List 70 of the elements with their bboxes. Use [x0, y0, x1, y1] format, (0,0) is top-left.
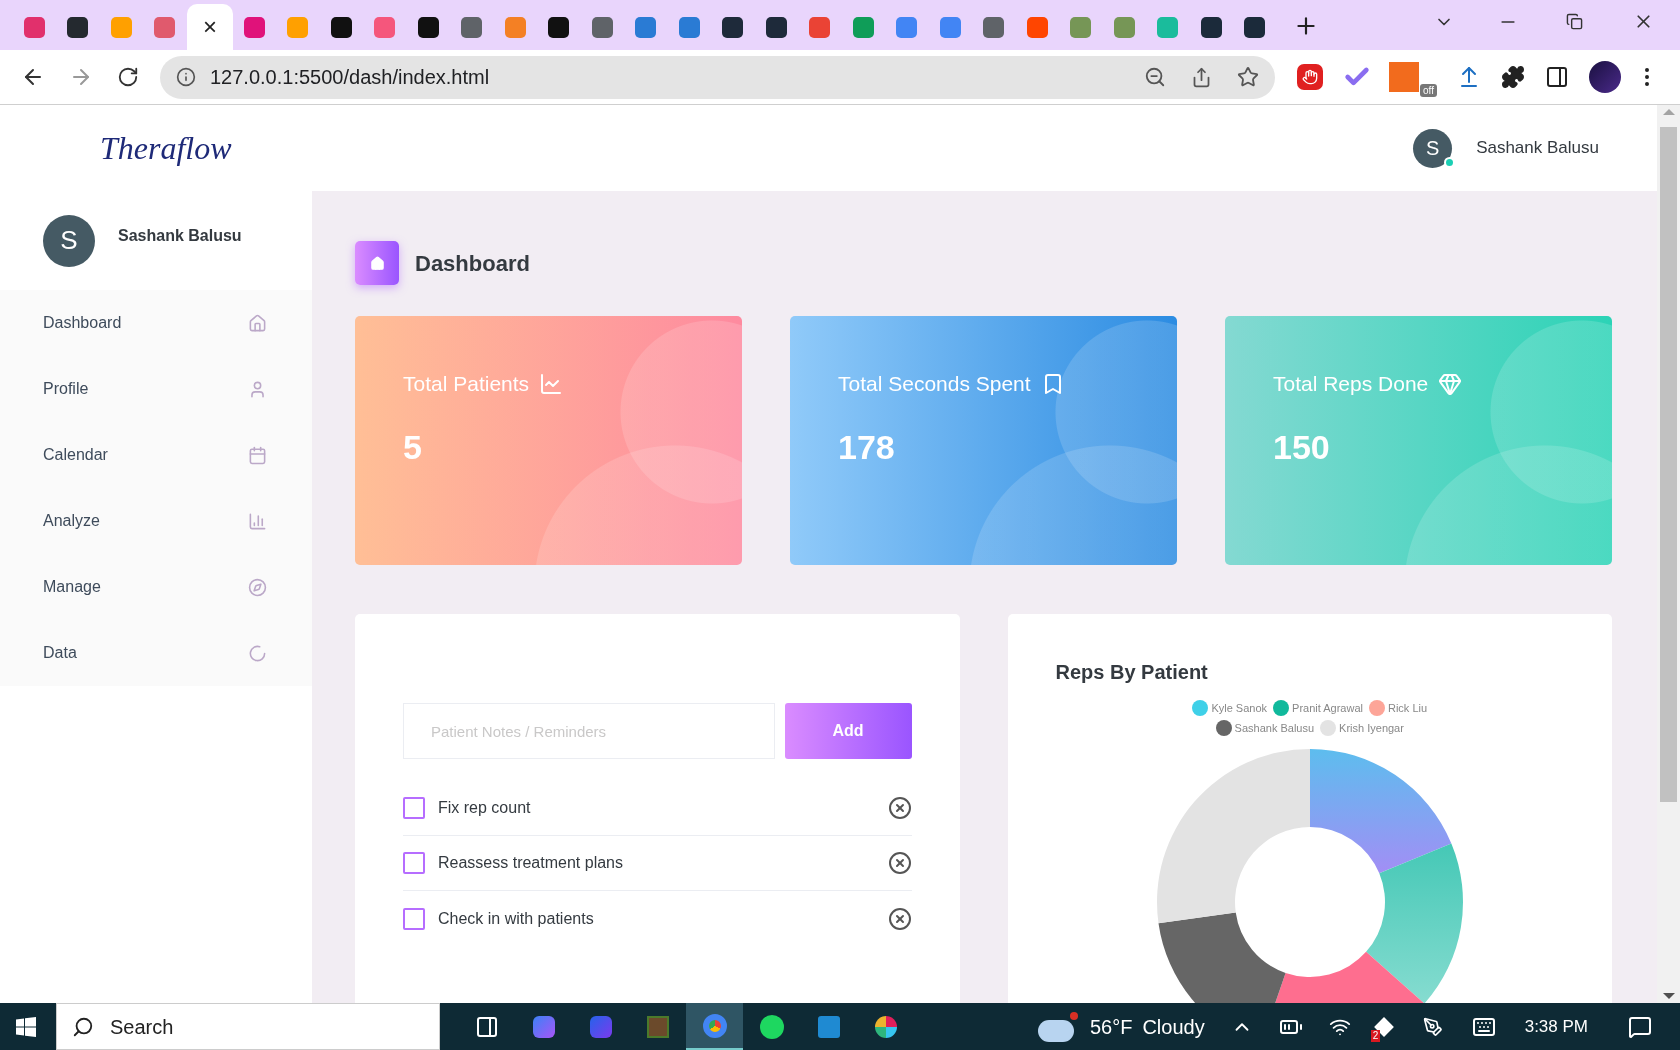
search-field[interactable]: Search — [56, 1003, 440, 1050]
checkbox[interactable] — [403, 907, 425, 930]
sidebar-item[interactable]: Manage — [0, 554, 312, 620]
profile-name: Sashank Balusu — [118, 225, 242, 246]
profile-avatar-icon[interactable] — [1588, 61, 1621, 93]
zoom-out-icon[interactable] — [1144, 66, 1166, 88]
scrollbar[interactable] — [1657, 105, 1680, 1003]
tab-close-button[interactable]: × — [203, 15, 217, 39]
checkbox[interactable] — [403, 852, 425, 874]
logo[interactable]: Theraflow — [100, 124, 232, 172]
user-name[interactable]: Sashank Balusu — [1476, 135, 1599, 161]
clock-time[interactable]: 3:38 PM — [1524, 1013, 1588, 1040]
search-icon — [72, 1015, 94, 1038]
stat-value: 150 — [1272, 426, 1331, 468]
cloud-icon[interactable] — [1037, 1011, 1078, 1042]
line-chart-icon — [539, 371, 564, 396]
weather-text[interactable]: Cloudy — [1142, 1011, 1205, 1042]
stat-title: Total Seconds Spent — [838, 371, 1031, 397]
browser-tab[interactable]: × — [187, 4, 233, 50]
diamond-icon — [1438, 371, 1463, 396]
todo-text: Reassess treatment plans — [438, 853, 624, 873]
share-icon[interactable] — [1191, 66, 1212, 88]
legend-label: Krish Iyengar — [1339, 720, 1404, 736]
compass-icon — [248, 577, 267, 597]
sidebar-item[interactable]: Profile — [0, 356, 312, 422]
remove-icon[interactable] — [887, 851, 912, 875]
sidebar-item[interactable]: Calendar — [0, 422, 312, 488]
reload-icon[interactable] — [117, 66, 139, 88]
address-bar[interactable]: 127.0.0.1:5500/dash/index.html — [160, 55, 1275, 99]
legend-label: Kyle Sanok — [1211, 701, 1268, 716]
bookmark-star-icon[interactable] — [1237, 66, 1259, 88]
notification-badge: 2 — [1370, 1029, 1381, 1042]
off-badge: off — [1420, 83, 1437, 97]
browser-app-icon[interactable] — [686, 1003, 743, 1050]
stat-title: Total Patients — [403, 371, 530, 397]
legend-label: Sashank Balusu — [1234, 720, 1315, 736]
user-avatar[interactable]: S — [1413, 128, 1453, 168]
windows-start-icon[interactable] — [16, 1016, 36, 1037]
calendar-icon — [248, 445, 267, 465]
extensions-icon[interactable] — [1500, 65, 1525, 89]
todo-text: Check in with patients — [438, 908, 595, 929]
remove-icon[interactable] — [887, 906, 912, 931]
legend-label: Pranit Agrawal — [1292, 701, 1363, 716]
sidebar-item[interactable]: Data — [0, 620, 312, 686]
profile-avatar: S — [43, 214, 95, 267]
legend-label: Rick Liu — [1388, 701, 1428, 716]
sidebar-item[interactable]: Dashboard — [0, 290, 312, 356]
spinner-icon — [248, 643, 267, 663]
checkbox[interactable] — [403, 797, 425, 819]
stop-hand-icon[interactable] — [1297, 64, 1323, 90]
side-panel-icon[interactable] — [1544, 65, 1569, 89]
url-text: 127.0.0.1:5500/dash/index.html — [210, 65, 490, 90]
chart-title: Reps By Patient — [1054, 660, 1209, 685]
bar-chart-icon — [248, 511, 267, 531]
sidebar-item[interactable]: Analyze — [0, 488, 312, 554]
notifications-icon[interactable] — [1628, 1014, 1652, 1039]
info-icon[interactable] — [176, 67, 196, 87]
home-icon — [355, 241, 399, 285]
stat-title: Total Reps Done — [1273, 371, 1429, 397]
home-icon — [248, 313, 267, 333]
user-icon — [248, 379, 267, 399]
pen-icon[interactable] — [1422, 1016, 1443, 1037]
todo-text: Fix rep count — [438, 798, 532, 818]
stat-value: 178 — [837, 426, 896, 468]
stat-value: 5 — [402, 426, 423, 468]
remove-icon[interactable] — [887, 796, 912, 820]
page-title: Dashboard — [415, 249, 530, 278]
temperature[interactable]: 56°F — [1089, 1011, 1133, 1042]
extension-tile-icon[interactable] — [1389, 62, 1419, 92]
restore-icon[interactable] — [1566, 13, 1583, 30]
